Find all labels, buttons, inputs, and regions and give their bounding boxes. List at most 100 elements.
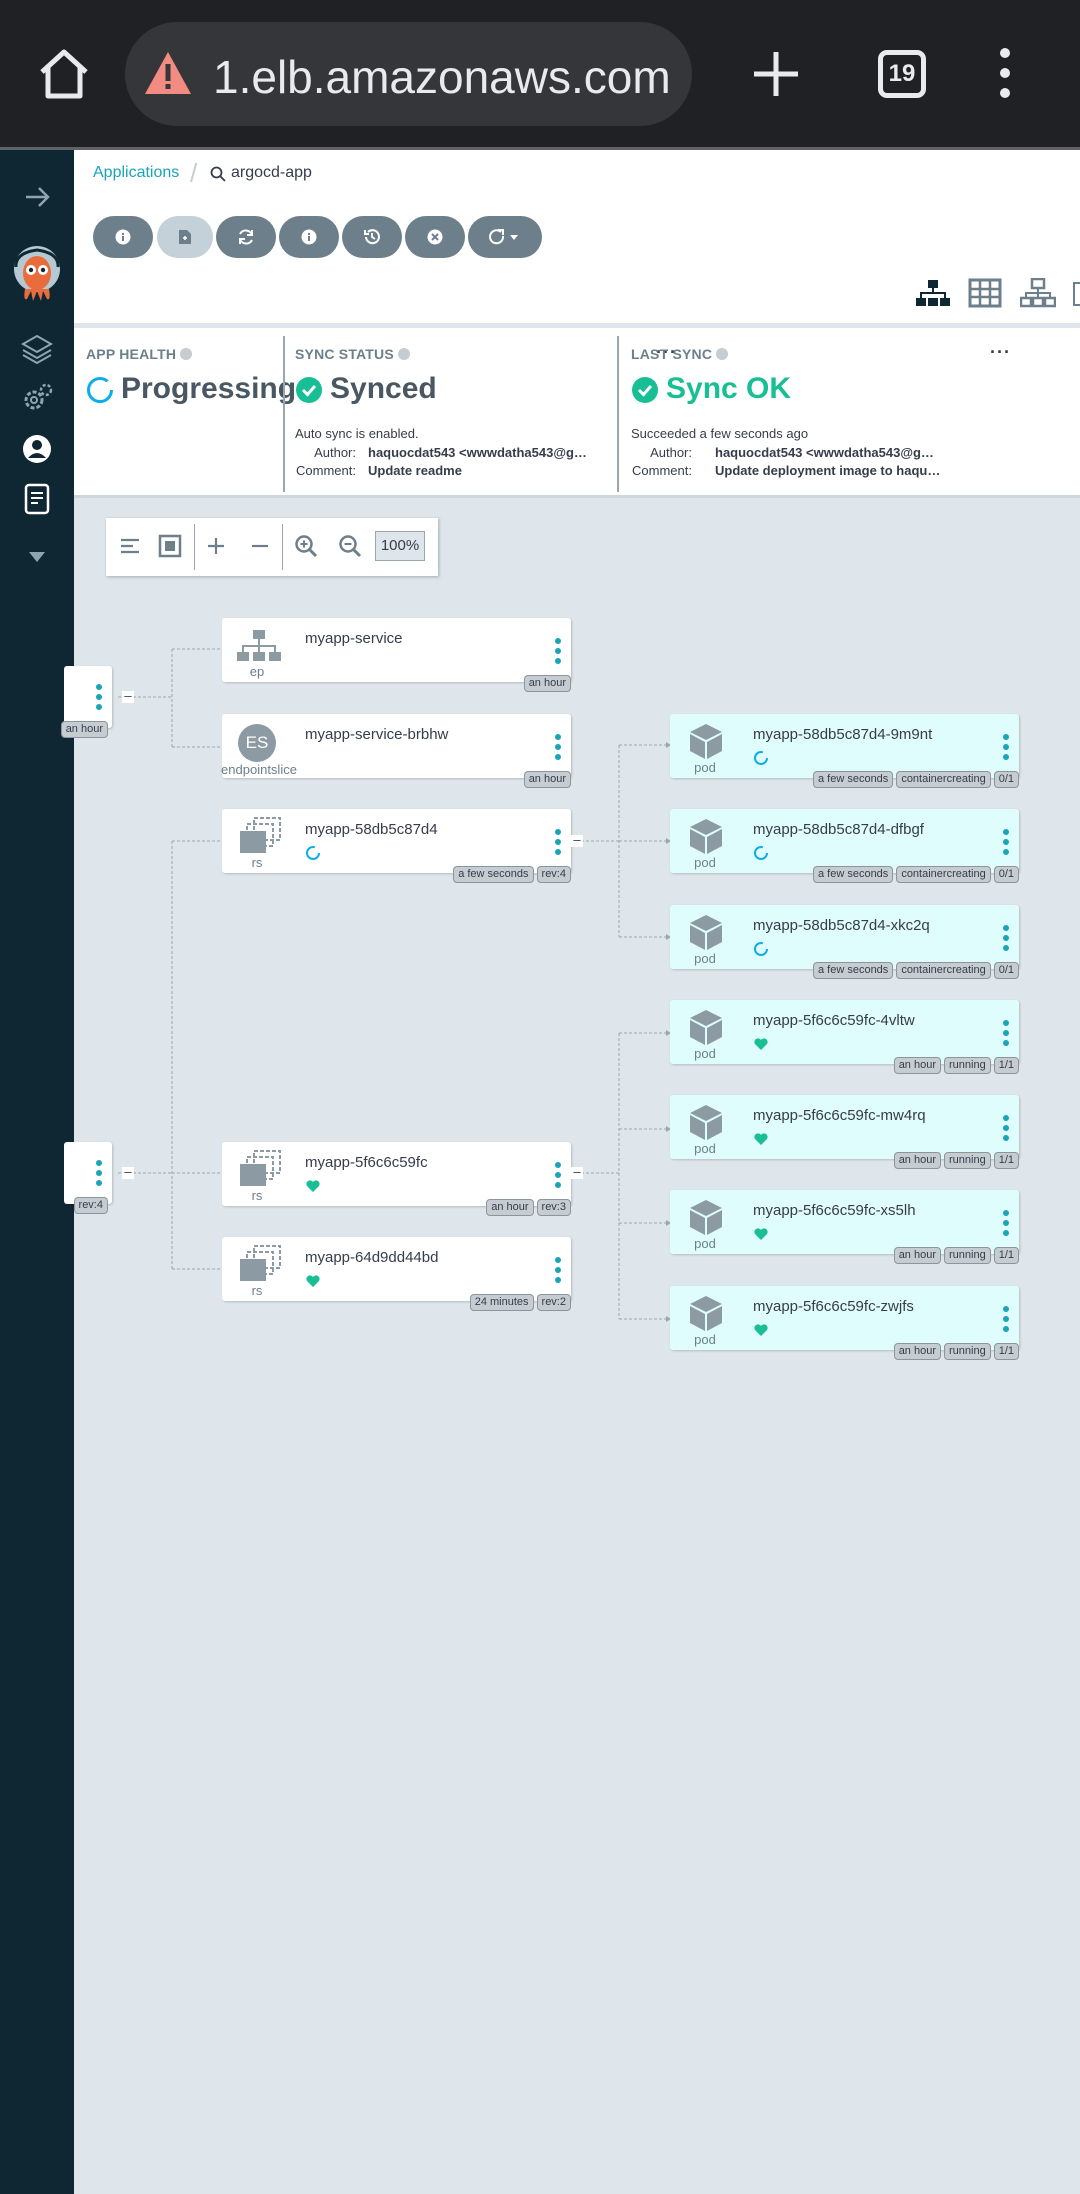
- settings-gears-icon[interactable]: [20, 382, 54, 416]
- node-menu-icon[interactable]: [1003, 829, 1009, 855]
- node-menu-icon[interactable]: [1003, 1306, 1009, 1332]
- pod-node[interactable]: pod myapp-58db5c87d4-9m9nt a few seconds…: [670, 714, 1019, 788]
- resource-name: myapp-64d9dd44bd: [305, 1249, 439, 1266]
- resource-name: myapp-5f6c6c59fc: [305, 1154, 428, 1171]
- replicaset-icon: [240, 1150, 281, 1186]
- resource-name: myapp-service-brbhw: [305, 726, 449, 743]
- applications-layers-icon[interactable]: [20, 332, 54, 366]
- node-menu-icon[interactable]: [96, 684, 102, 710]
- state-tag: running: [944, 1247, 991, 1264]
- replicaset-node[interactable]: rs myapp-5f6c6c59fc an hour rev:3: [222, 1142, 571, 1216]
- browser-toolbar: 1.elb.amazonaws.com 19: [0, 0, 1080, 147]
- home-icon[interactable]: [36, 46, 92, 102]
- node-menu-icon[interactable]: [555, 829, 561, 855]
- pod-node[interactable]: pod myapp-5f6c6c59fc-4vltw an hour runnin…: [670, 1000, 1019, 1074]
- resource-tree: an hour – rev:4 – ep myapp-service an ho…: [60, 150, 1080, 2194]
- progressing-icon: [754, 751, 768, 765]
- pod-cube-icon: [690, 1296, 722, 1331]
- sidebar: [0, 150, 74, 2194]
- state-tag: containercreating: [896, 962, 991, 979]
- parent-deployment-node[interactable]: rev:4: [64, 1142, 112, 1214]
- resource-name: myapp-58db5c87d4-9m9nt: [753, 726, 933, 743]
- resource-name: myapp-58db5c87d4-xkc2q: [753, 917, 930, 934]
- main-content: Applications / argocd-app APP HEALTH Pro…: [60, 150, 1080, 2194]
- parent-service-node[interactable]: an hour: [60, 666, 112, 738]
- age-tag: a few seconds: [812, 771, 894, 788]
- healthy-heart-icon: [306, 1275, 320, 1287]
- kind-label: pod: [694, 1046, 716, 1061]
- node-menu-icon[interactable]: [555, 1162, 561, 1188]
- replicaset-node[interactable]: rs myapp-64d9dd44bd 24 minutes rev:2: [222, 1237, 571, 1311]
- age-tag: an hour: [893, 1247, 941, 1264]
- ready-tag: 0/1: [993, 962, 1019, 979]
- node-tags: an hour running 1/1: [893, 1152, 1019, 1169]
- filter-icon[interactable]: [20, 540, 54, 574]
- ready-tag: 1/1: [993, 1152, 1019, 1169]
- age-tag: an hour: [893, 1343, 941, 1360]
- node-menu-icon[interactable]: [1003, 1115, 1009, 1141]
- collapse-toggle[interactable]: –: [571, 833, 583, 847]
- revision-tag: rev:2: [536, 1294, 571, 1311]
- kind-label: rs: [251, 1188, 263, 1203]
- ready-tag: 0/1: [993, 771, 1019, 788]
- kind-label: rs: [251, 855, 263, 870]
- node-menu-icon[interactable]: [1003, 1210, 1009, 1236]
- age-tag: a few seconds: [812, 962, 894, 979]
- resource-name: myapp-5f6c6c59fc-mw4rq: [753, 1107, 926, 1124]
- resource-name: myapp-5f6c6c59fc-zwjfs: [753, 1298, 914, 1315]
- pod-cube-icon: [690, 724, 722, 759]
- healthy-heart-icon: [754, 1133, 768, 1145]
- node-tags: an hour rev:3: [486, 1199, 571, 1216]
- node-menu-icon[interactable]: [555, 1257, 561, 1283]
- collapse-toggle[interactable]: –: [122, 1165, 134, 1179]
- age-tag: an hour: [523, 771, 571, 788]
- warning-icon[interactable]: [143, 50, 193, 96]
- argo-logo-icon[interactable]: [11, 245, 63, 303]
- pod-node[interactable]: pod myapp-58db5c87d4-xkc2q a few seconds…: [670, 905, 1019, 979]
- node-tags: 24 minutes rev:2: [469, 1294, 571, 1311]
- node-tags: a few seconds containercreating 0/1: [812, 866, 1019, 883]
- pod-node[interactable]: pod myapp-5f6c6c59fc-zwjfs an hour runnin…: [670, 1286, 1019, 1360]
- expand-arrow-icon[interactable]: [20, 180, 54, 214]
- healthy-heart-icon: [754, 1228, 768, 1240]
- endpointslice-badge-icon: ES: [238, 724, 276, 762]
- age-tag: an hour: [60, 721, 108, 738]
- healthy-heart-icon: [306, 1180, 320, 1192]
- ready-tag: 1/1: [993, 1247, 1019, 1264]
- documentation-icon[interactable]: [20, 482, 54, 516]
- node-menu-icon[interactable]: [555, 734, 561, 760]
- resource-name: myapp-5f6c6c59fc-4vltw: [753, 1012, 915, 1029]
- ready-tag: 1/1: [993, 1057, 1019, 1074]
- pod-node[interactable]: pod myapp-58db5c87d4-dfbgf a few seconds…: [670, 809, 1019, 883]
- replicaset-icon: [240, 1245, 281, 1281]
- node-menu-icon[interactable]: [555, 638, 561, 664]
- replicaset-node[interactable]: rs myapp-58db5c87d4 a few seconds rev:4: [222, 809, 571, 883]
- user-info-icon[interactable]: [20, 432, 54, 466]
- pod-node[interactable]: pod myapp-5f6c6c59fc-mw4rq an hour runnin…: [670, 1095, 1019, 1169]
- endpoints-node[interactable]: ep myapp-service an hour: [222, 618, 571, 692]
- node-tags: an hour: [60, 721, 108, 738]
- state-tag: running: [944, 1057, 991, 1074]
- endpointslice-node[interactable]: ES endpointslice myapp-service-brbhw an …: [221, 714, 571, 788]
- collapse-toggle[interactable]: –: [571, 1165, 583, 1179]
- node-menu-icon[interactable]: [1003, 1020, 1009, 1046]
- healthy-heart-icon: [754, 1038, 768, 1050]
- address-bar[interactable]: 1.elb.amazonaws.com: [125, 22, 692, 126]
- new-tab-icon[interactable]: [748, 46, 804, 102]
- pod-node[interactable]: pod myapp-5f6c6c59fc-xs5lh an hour runnin…: [670, 1190, 1019, 1264]
- node-menu-icon[interactable]: [1003, 734, 1009, 760]
- node-menu-icon[interactable]: [1003, 925, 1009, 951]
- age-tag: an hour: [893, 1152, 941, 1169]
- replicaset-icon: [240, 817, 281, 853]
- ready-tag: 1/1: [993, 1343, 1019, 1360]
- collapse-toggle[interactable]: –: [122, 689, 134, 703]
- node-tags: an hour: [523, 771, 571, 788]
- browser-menu-icon[interactable]: [995, 48, 1015, 100]
- healthy-heart-icon: [754, 1324, 768, 1336]
- endpoints-icon: [237, 630, 281, 661]
- node-menu-icon[interactable]: [96, 1160, 102, 1186]
- revision-tag: rev:4: [73, 1197, 108, 1214]
- tab-switcher-button[interactable]: 19: [878, 50, 926, 98]
- resource-name: myapp-58db5c87d4: [305, 821, 438, 838]
- resource-name: myapp-service: [305, 630, 403, 647]
